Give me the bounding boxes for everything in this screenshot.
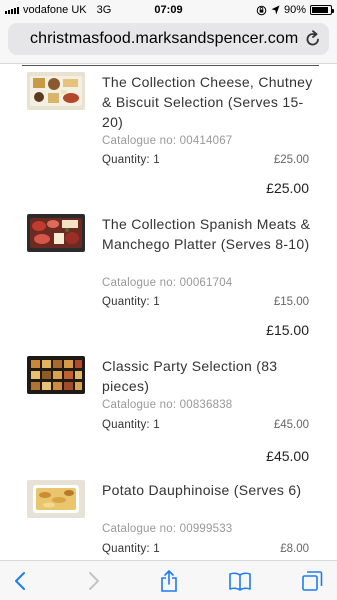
chevron-right-icon: [89, 572, 99, 590]
catalogue-label: Catalogue no:: [102, 277, 177, 289]
line-total: £25.00: [266, 180, 309, 196]
browser-toolbar: [0, 560, 337, 600]
chevron-left-icon: [15, 572, 25, 590]
bookmarks-button[interactable]: [228, 570, 252, 592]
divider: [22, 65, 319, 66]
catalogue-label: Catalogue no:: [102, 399, 177, 411]
item-name[interactable]: The Collection Spanish Meats & Manchego …: [102, 214, 317, 254]
url-text[interactable]: christmasfood.marksandspencer.com: [30, 30, 298, 48]
location-arrow-icon: [271, 5, 280, 15]
quantity-label: Quantity:: [102, 296, 150, 308]
line-total: £45.00: [266, 448, 309, 464]
quantity-label: Quantity:: [102, 543, 150, 555]
potato-dish-image[interactable]: [27, 480, 85, 518]
quantity-value: 1: [153, 154, 160, 166]
quantity-value: 1: [153, 296, 160, 308]
address-bar[interactable]: christmasfood.marksandspencer.com: [8, 23, 329, 55]
item-name[interactable]: The Collection Cheese, Chutney & Biscuit…: [102, 72, 317, 132]
share-button[interactable]: [157, 570, 181, 592]
quantity: Quantity: 1: [102, 543, 160, 555]
catalogue-label: Catalogue no:: [102, 135, 177, 147]
share-icon: [161, 570, 177, 592]
reload-icon[interactable]: [305, 30, 321, 48]
battery-percent: 90%: [283, 4, 306, 16]
catalogue-value: 00999533: [179, 523, 233, 535]
unit-price: £8.00: [280, 543, 309, 555]
catalogue-label: Catalogue no:: [102, 523, 177, 535]
tabs-icon: [302, 571, 323, 591]
catalogue-number: Catalogue no: 00414067: [102, 135, 232, 147]
quantity-value: 1: [153, 419, 160, 431]
quantity: Quantity: 1: [102, 419, 160, 431]
quantity: Quantity: 1: [102, 154, 160, 166]
meat-platter-image[interactable]: [27, 214, 85, 252]
unit-price: £45.00: [273, 419, 309, 431]
catalogue-number: Catalogue no: 00999533: [102, 523, 232, 535]
status-bar: vodafone UK 3G 07:09 90%: [0, 0, 337, 20]
catalogue-value: 00836838: [179, 399, 233, 411]
tabs-button[interactable]: [300, 570, 324, 592]
catalogue-value: 00414067: [179, 135, 233, 147]
battery-level: [312, 7, 329, 13]
unit-price: £25.00: [273, 154, 309, 166]
orientation-lock-icon: [256, 5, 267, 15]
catalogue-number: Catalogue no: 00836838: [102, 399, 232, 411]
quantity-label: Quantity:: [102, 154, 150, 166]
book-icon: [229, 572, 251, 591]
unit-price: £15.00: [273, 296, 309, 308]
catalogue-number: Catalogue no: 00061704: [102, 277, 232, 289]
catalogue-value: 00061704: [179, 277, 233, 289]
browser-header: christmasfood.marksandspencer.com: [0, 20, 337, 64]
status-right: 90%: [256, 4, 334, 16]
item-name[interactable]: Classic Party Selection (83 pieces): [102, 356, 317, 396]
line-total: £15.00: [266, 322, 309, 338]
basket-content[interactable]: The Collection Cheese, Chutney & Biscuit…: [0, 64, 337, 560]
cheese-platter-image[interactable]: [27, 72, 85, 110]
item-name[interactable]: Potato Dauphinoise (Serves 6): [102, 480, 317, 500]
quantity-label: Quantity:: [102, 419, 150, 431]
quantity: Quantity: 1: [102, 296, 160, 308]
battery-icon: [310, 5, 334, 15]
quantity-value: 1: [153, 543, 160, 555]
party-food-image[interactable]: [27, 356, 85, 394]
back-button[interactable]: [8, 570, 32, 592]
forward-button[interactable]: [82, 570, 106, 592]
